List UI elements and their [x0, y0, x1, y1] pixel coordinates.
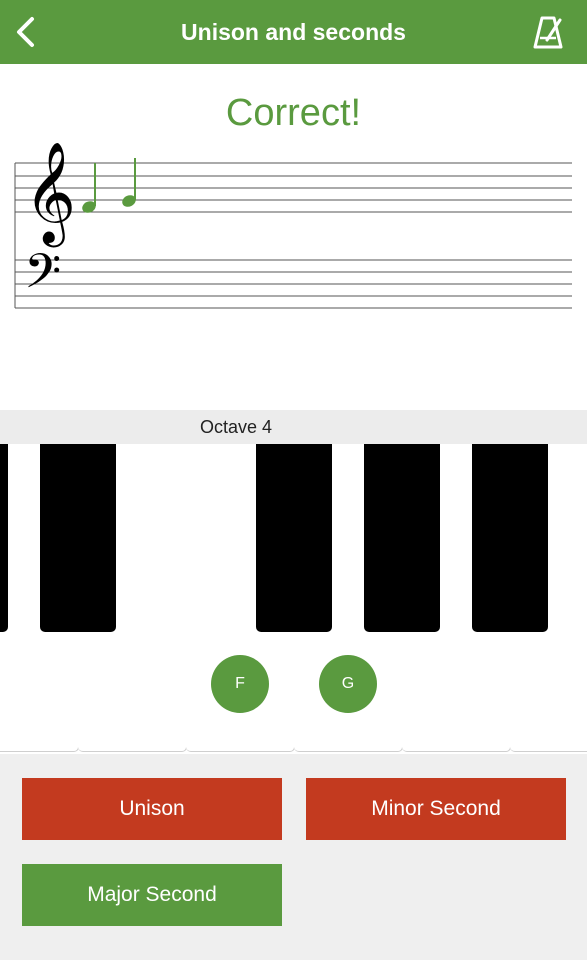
treble-clef-icon: 𝄞 [24, 140, 76, 248]
bass-staff-lines [15, 259, 572, 309]
note-marker-f: F [211, 655, 269, 713]
note-f [82, 163, 96, 213]
treble-staff-lines [15, 162, 572, 213]
metronome-icon [533, 16, 563, 49]
metronome-button[interactable] [533, 14, 563, 50]
result-message: Correct! [225, 92, 362, 134]
octave-label: Octave 4 [200, 417, 273, 437]
octave-bar: Octave 4 [0, 410, 587, 444]
black-key-f-sharp[interactable] [256, 444, 332, 632]
top-bar: Unison and seconds [0, 0, 587, 64]
note-g [122, 158, 136, 207]
piano-keyboard: F G [0, 444, 587, 754]
note-marker-g: G [319, 655, 377, 713]
black-key-g-sharp[interactable] [364, 444, 440, 632]
black-key-c-sharp[interactable] [0, 444, 8, 632]
answer-minor-second-button[interactable]: Minor Second [306, 778, 566, 840]
black-key-d-sharp[interactable] [40, 444, 116, 632]
answer-area: Unison Minor Second Major Second [0, 754, 587, 960]
page-title: Unison and seconds [181, 19, 406, 45]
answer-major-second-button[interactable]: Major Second [22, 864, 282, 926]
answer-unison-button[interactable]: Unison [22, 778, 282, 840]
black-key-a-sharp[interactable] [472, 444, 548, 632]
grand-staff: 𝄞 𝄢 [14, 140, 572, 311]
bass-clef-icon: 𝄢 [24, 243, 61, 311]
